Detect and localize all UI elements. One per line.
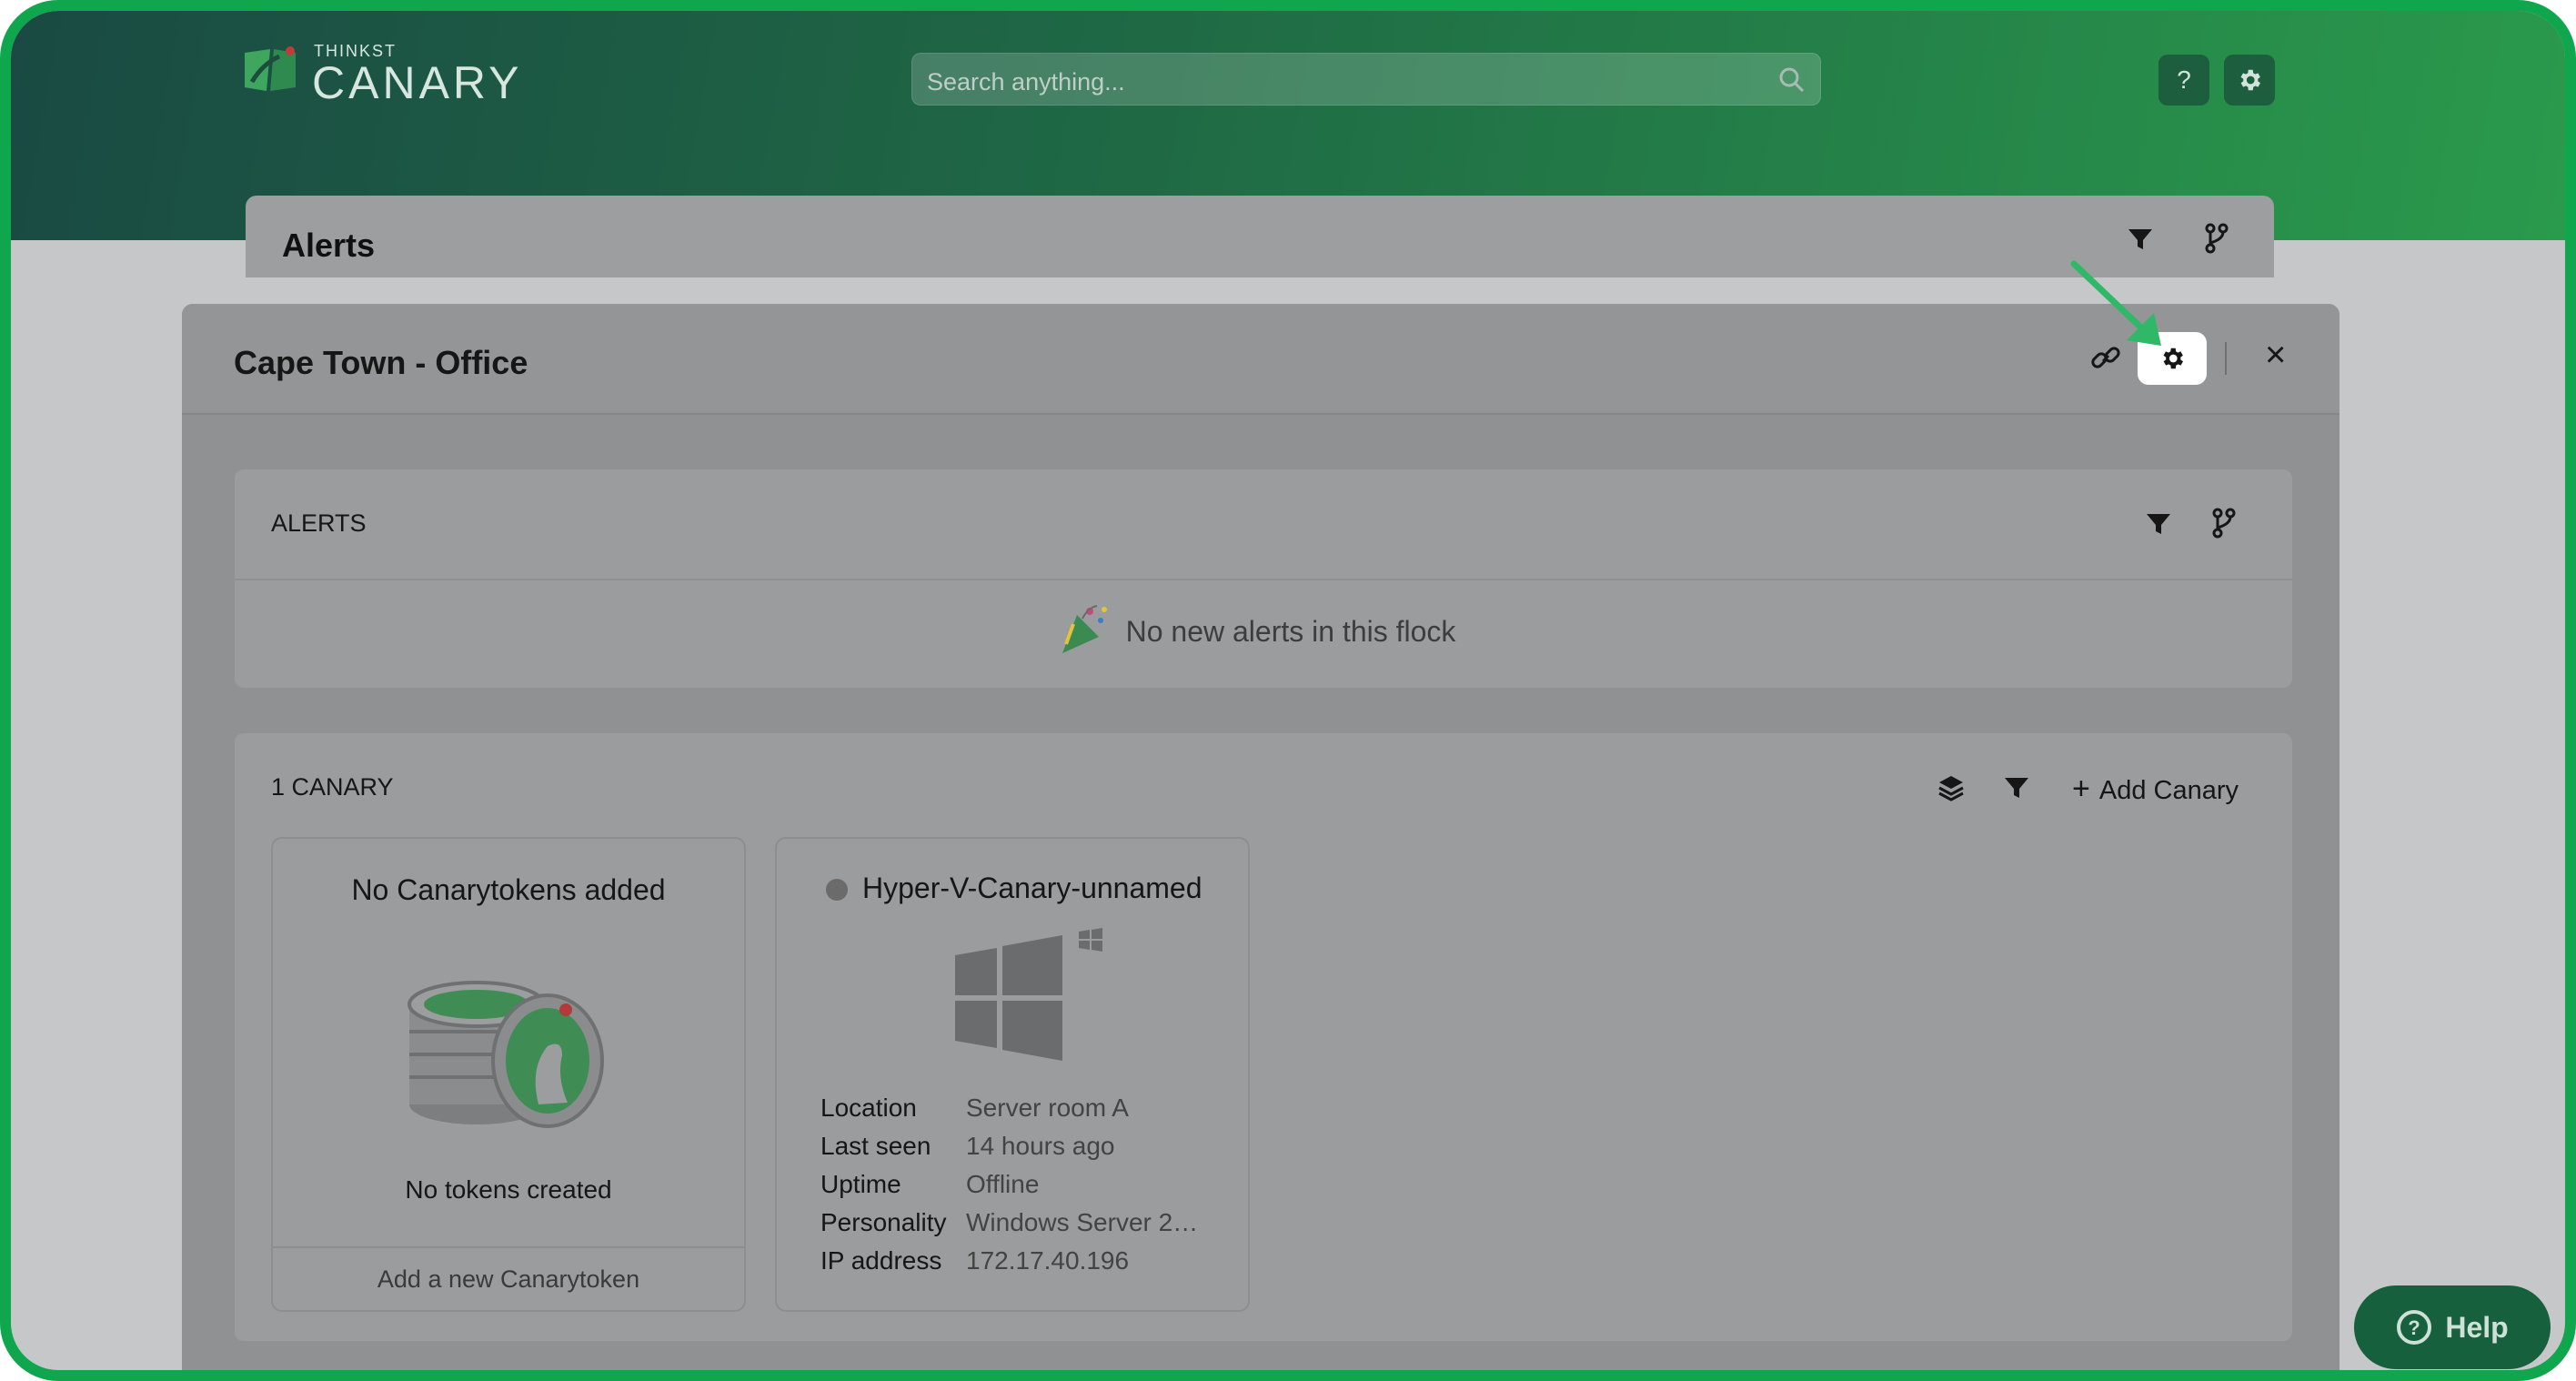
detail-uptime: Uptime Offline bbox=[820, 1170, 1040, 1198]
section-divider bbox=[235, 579, 2292, 580]
alerts-panel-header: Alerts bbox=[246, 196, 2274, 277]
detail-last-seen: Last seen 14 hours ago bbox=[820, 1132, 1115, 1160]
detail-location: Location Server room A bbox=[820, 1094, 1129, 1122]
close-icon[interactable]: × bbox=[2265, 335, 2286, 376]
flock-modal: Cape Town - Office × ALERTS No new alert… bbox=[182, 304, 2340, 1370]
plus-icon: + bbox=[2072, 771, 2090, 806]
canary-section: 1 CANARY + Add Canary No Canarytokens add… bbox=[235, 733, 2292, 1341]
canary-device-tile[interactable]: Hyper-V-Canary-unnamed Location Server ro… bbox=[775, 837, 1250, 1312]
coin-stack-icon bbox=[408, 981, 604, 1128]
gear-icon bbox=[2240, 69, 2260, 91]
canarytokens-tile[interactable]: No Canarytokens added No tokens created … bbox=[271, 837, 746, 1312]
search-placeholder: Search anything... bbox=[927, 68, 1125, 96]
question-icon: ? bbox=[2177, 66, 2191, 94]
help-circle-icon: ? bbox=[2397, 1310, 2432, 1345]
settings-top-button[interactable] bbox=[2224, 55, 2275, 106]
no-alerts-message: No new alerts in this flock bbox=[1125, 615, 1456, 648]
search-icon bbox=[1779, 67, 1805, 93]
svg-text:?: ? bbox=[2409, 1316, 2420, 1339]
tokens-tile-title: No Canarytokens added bbox=[351, 873, 666, 906]
modal-header: Cape Town - Office × bbox=[182, 304, 2340, 415]
add-canary-label: Add Canary bbox=[2098, 776, 2239, 805]
detail-personality: Personality Windows Server 2… bbox=[820, 1208, 1199, 1236]
modal-title: Cape Town - Office bbox=[234, 344, 528, 381]
header-divider bbox=[2225, 342, 2227, 375]
canary-count-label: 1 CANARY bbox=[271, 773, 394, 801]
status-dot bbox=[826, 879, 848, 901]
add-canarytoken-link[interactable]: Add a new Canarytoken bbox=[273, 1246, 744, 1310]
search-bar[interactable]: Search anything... bbox=[911, 53, 1821, 106]
filter-icon[interactable] bbox=[2003, 775, 2030, 801]
canary-logo[interactable]: THINKST CANARY bbox=[243, 36, 570, 108]
canary-logo-icon bbox=[245, 46, 296, 91]
tokens-tile-subtitle: No tokens created bbox=[405, 1175, 612, 1204]
help-button-label: Help bbox=[2445, 1310, 2509, 1344]
help-button[interactable]: ? Help bbox=[2354, 1285, 2551, 1369]
help-top-button[interactable]: ? bbox=[2158, 55, 2209, 106]
filter-icon[interactable] bbox=[2145, 511, 2172, 537]
device-name: Hyper-V-Canary-unnamed bbox=[862, 872, 1202, 904]
brand-name: CANARY bbox=[312, 57, 523, 108]
highlight-arrow-icon bbox=[2070, 260, 2161, 346]
detail-ip-address: IP address 172.17.40.196 bbox=[820, 1246, 1130, 1275]
layers-icon[interactable] bbox=[1937, 773, 1965, 802]
alerts-section: ALERTS No new alerts in this flock bbox=[235, 469, 2292, 688]
app-window: THINKST CANARY Search anything... ? Aler… bbox=[0, 0, 2576, 1381]
alerts-panel-title: Alerts bbox=[282, 227, 376, 264]
alerts-section-label: ALERTS bbox=[271, 509, 367, 537]
branch-icon[interactable] bbox=[2203, 223, 2230, 254]
filter-icon[interactable] bbox=[2127, 227, 2154, 252]
add-canary-button[interactable]: + Add Canary bbox=[2072, 771, 2239, 807]
branch-icon[interactable] bbox=[2210, 508, 2238, 539]
windows-logo-icon bbox=[955, 928, 1102, 1061]
